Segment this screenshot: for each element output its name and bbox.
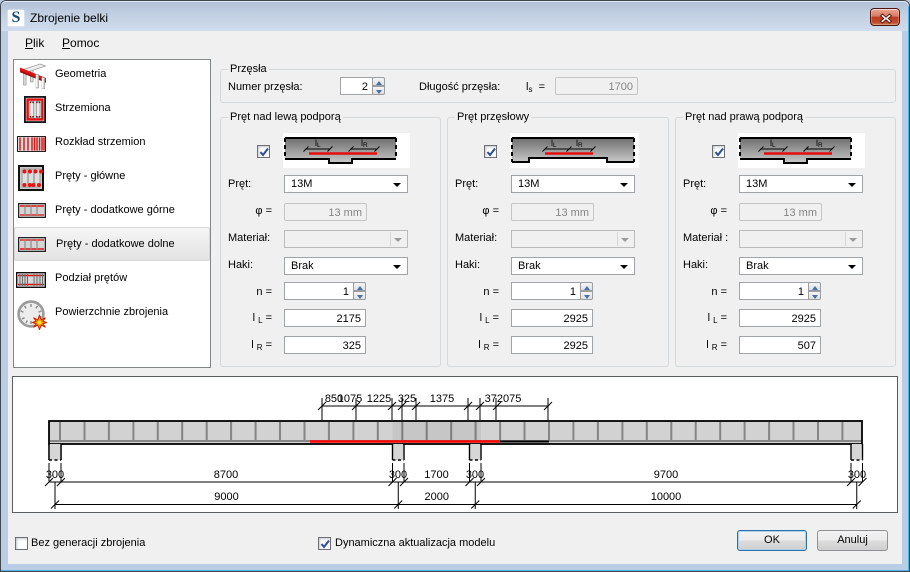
svg-text:300: 300 [389,469,407,481]
svg-text:300: 300 [466,469,484,481]
svg-text:1375: 1375 [430,393,454,405]
svg-text:1075: 1075 [338,393,362,405]
svg-text:8700: 8700 [214,469,238,481]
svg-text:1700: 1700 [424,469,448,481]
svg-text:2000: 2000 [425,491,449,503]
svg-text:300: 300 [848,469,866,481]
svg-text:1225: 1225 [367,393,391,405]
svg-text:10000: 10000 [651,491,682,503]
svg-text:372075: 372075 [485,393,522,405]
svg-text:300: 300 [46,469,64,481]
svg-text:9700: 9700 [654,469,678,481]
svg-text:9000: 9000 [214,491,238,503]
svg-text:325: 325 [398,393,416,405]
